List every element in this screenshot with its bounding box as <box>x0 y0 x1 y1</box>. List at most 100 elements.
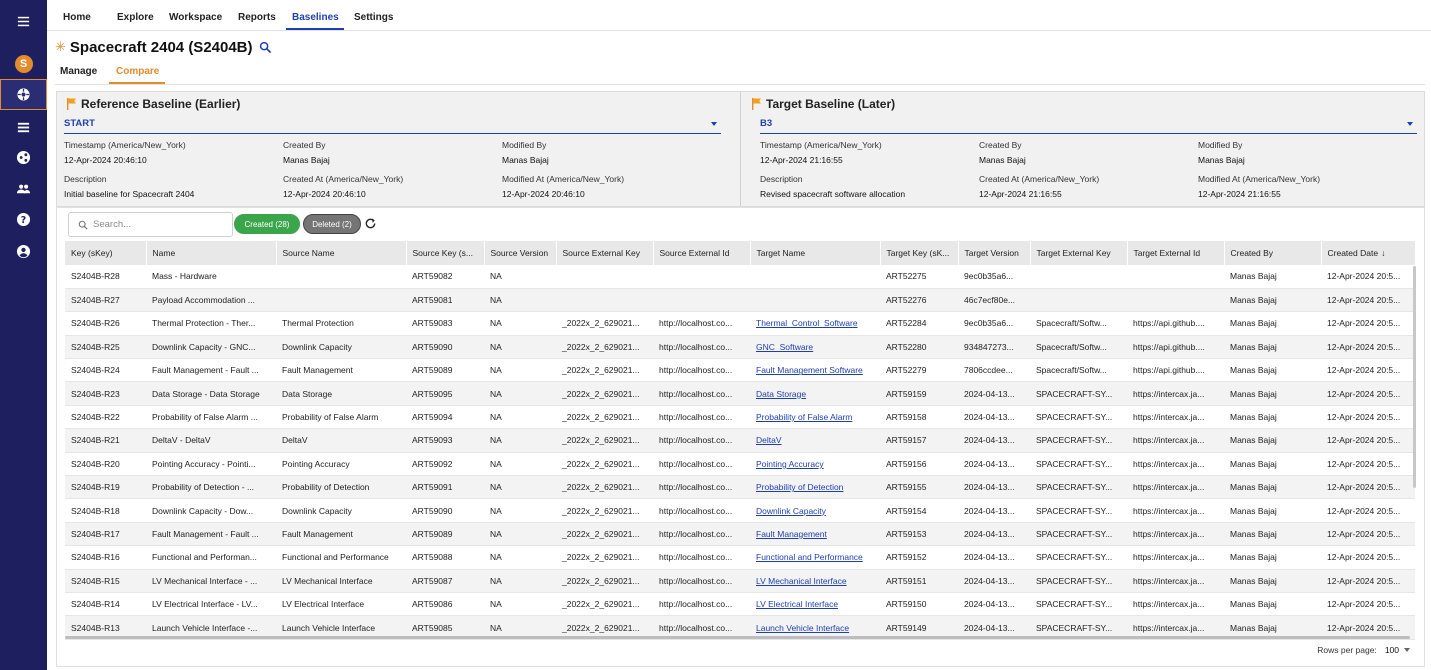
table-cell: 12-Apr-2024 20:5... <box>1321 311 1415 336</box>
menu-icon[interactable] <box>0 6 47 37</box>
column-header[interactable]: Created By <box>1224 241 1322 265</box>
table-cell: 12-Apr-2024 20:5... <box>1321 475 1415 500</box>
table-cell: 12-Apr-2024 20:5... <box>1321 428 1415 453</box>
table-cell[interactable]: Functional and Performance <box>750 545 880 570</box>
field-label: Created By <box>283 140 326 150</box>
table-cell: Manas Bajaj <box>1224 405 1321 430</box>
chevron-down-icon <box>711 122 717 126</box>
baseline-icon[interactable] <box>0 79 47 110</box>
target-baseline-select[interactable]: B3 <box>760 118 1417 134</box>
table-cell[interactable]: Data Storage <box>750 381 880 406</box>
horizontal-scrollbar[interactable] <box>65 636 1410 639</box>
table-cell: Manas Bajaj <box>1224 381 1321 406</box>
reference-baseline-select[interactable]: START <box>64 118 721 134</box>
table-cell[interactable]: DeltaV <box>750 428 880 453</box>
tab-settings[interactable]: Settings <box>354 12 393 23</box>
tab-explore[interactable]: Explore <box>117 12 154 23</box>
column-header[interactable]: Created Date ↓ <box>1321 241 1416 265</box>
table-cell <box>653 288 750 313</box>
deleted-filter-chip[interactable]: Deleted (2) <box>303 214 361 234</box>
share-icon[interactable] <box>0 142 47 173</box>
table-row[interactable]: S2404B-R15 LV Mechanical Interface - ... L… <box>65 569 1415 593</box>
table-cell[interactable]: Pointing Accuracy <box>750 452 880 477</box>
column-header[interactable]: Source Version <box>484 241 557 265</box>
table-cell: _2022x_2_629021... <box>556 405 653 430</box>
help-icon[interactable]: ? <box>0 204 47 235</box>
column-header[interactable]: Source Key (s... <box>406 241 485 265</box>
subtab-compare[interactable]: Compare <box>116 66 159 77</box>
table-cell: Manas Bajaj <box>1224 428 1321 453</box>
table-cell: ART59093 <box>406 428 484 453</box>
table-cell: ART59092 <box>406 452 484 477</box>
table-row[interactable]: S2404B-R27 Payload Accommodation ... ART59… <box>65 288 1415 313</box>
table-row[interactable]: S2404B-R20 Pointing Accuracy - Pointi... P… <box>65 452 1415 477</box>
tab-workspace[interactable]: Workspace <box>169 12 222 23</box>
table-cell[interactable]: Downlink Capacity <box>750 498 880 523</box>
subtab-manage[interactable]: Manage <box>60 66 97 77</box>
tab-baselines[interactable]: Baselines <box>292 12 339 23</box>
target-title: Target Baseline (Later) <box>752 97 895 111</box>
table-row[interactable]: S2404B-R26 Thermal Protection - Ther... Th… <box>65 311 1415 336</box>
vertical-scrollbar[interactable] <box>1413 266 1416 488</box>
table-row[interactable]: S2404B-R18 Downlink Capacity - Dow... Down… <box>65 498 1415 523</box>
created-filter-chip[interactable]: Created (28) <box>234 214 300 234</box>
column-header[interactable]: Name <box>146 241 277 265</box>
table-row[interactable]: S2404B-R25 Downlink Capacity - GNC... Down… <box>65 335 1415 360</box>
table-cell: ART59155 <box>880 475 958 500</box>
table-cell: Spacecraft/Softw... <box>1030 311 1127 336</box>
column-header[interactable]: Source Name <box>276 241 407 265</box>
table-cell: SPACECRAFT-SY... <box>1030 475 1127 500</box>
table-row[interactable]: S2404B-R14 LV Electrical Interface - LV..… <box>65 592 1415 617</box>
table-cell: Pointing Accuracy <box>276 452 406 477</box>
table-cell: Fault Management <box>276 522 406 547</box>
table-cell[interactable]: Probability of False Alarm <box>750 405 880 430</box>
column-header[interactable]: Target External Id <box>1127 241 1225 265</box>
table-cell: 2024-04-13... <box>958 592 1030 617</box>
tab-reports[interactable]: Reports <box>238 12 276 23</box>
column-header[interactable]: Target Version <box>958 241 1031 265</box>
table-cell: Functional and Performance <box>276 545 406 570</box>
table-row[interactable]: S2404B-R28 Mass - Hardware ART59082 NA ART52… <box>65 265 1415 289</box>
column-header[interactable]: Key (sKey) <box>65 241 147 265</box>
table-row[interactable]: S2404B-R19 Probability of Detection - ...… <box>65 475 1415 500</box>
users-icon[interactable] <box>0 173 47 204</box>
table-cell[interactable]: LV Electrical Interface <box>750 592 880 617</box>
table-cell: Manas Bajaj <box>1224 311 1321 336</box>
sort-arrow-icon[interactable]: ↓ <box>1381 248 1385 258</box>
table-cell: ART59083 <box>406 311 484 336</box>
refresh-icon[interactable] <box>364 217 377 230</box>
table-cell[interactable]: Fault Management Software <box>750 358 880 383</box>
table-cell[interactable]: GNC_Software <box>750 335 880 360</box>
tab-home[interactable]: Home <box>63 12 91 23</box>
page-title: Spacecraft 2404 (S2404B) <box>69 38 253 56</box>
column-header[interactable]: Target Key (sK... <box>880 241 959 265</box>
table-cell[interactable]: LV Mechanical Interface <box>750 569 880 593</box>
column-header[interactable]: Source External Key <box>556 241 654 265</box>
table-cell: https://api.github.... <box>1127 335 1224 360</box>
table-cell: _2022x_2_629021... <box>556 381 653 406</box>
table-cell[interactable]: Probability of Detection <box>750 475 880 500</box>
table-row[interactable]: S2404B-R16 Functional and Performan... Fun… <box>65 545 1415 570</box>
reference-selected-value: START <box>64 118 95 129</box>
table-cell[interactable]: Thermal_Control_Software <box>750 311 880 336</box>
column-header[interactable]: Target Name <box>750 241 881 265</box>
search-icon <box>78 220 88 230</box>
column-header[interactable]: Source External Id <box>653 241 751 265</box>
table-row[interactable]: S2404B-R23 Data Storage - Data Storage Dat… <box>65 381 1415 406</box>
table-cell: ART59154 <box>880 498 958 523</box>
table-row[interactable]: S2404B-R22 Probability of False Alarm ...… <box>65 405 1415 430</box>
table-row[interactable]: S2404B-R24 Fault Management - Fault ... Fa… <box>65 358 1415 383</box>
search-project-icon[interactable] <box>259 41 272 54</box>
table-row[interactable]: S2404B-R21 DeltaV - DeltaV DeltaV ART59093 N… <box>65 428 1415 453</box>
table-cell[interactable]: Fault Management <box>750 522 880 547</box>
account-icon[interactable] <box>0 236 47 267</box>
table-cell: Thermal Protection <box>276 311 406 336</box>
list-icon[interactable] <box>0 112 47 143</box>
column-header[interactable]: Target External Key <box>1030 241 1128 265</box>
table-cell: 12-Apr-2024 20:5... <box>1321 522 1415 547</box>
table-row[interactable]: S2404B-R17 Fault Management - Fault ... Fa… <box>65 522 1415 547</box>
app-logo[interactable]: S <box>0 48 47 79</box>
search-input[interactable]: Search... <box>68 212 233 237</box>
table-cell: http://localhost.co... <box>653 311 750 336</box>
rows-per-page-select[interactable]: 100 <box>1385 645 1399 655</box>
